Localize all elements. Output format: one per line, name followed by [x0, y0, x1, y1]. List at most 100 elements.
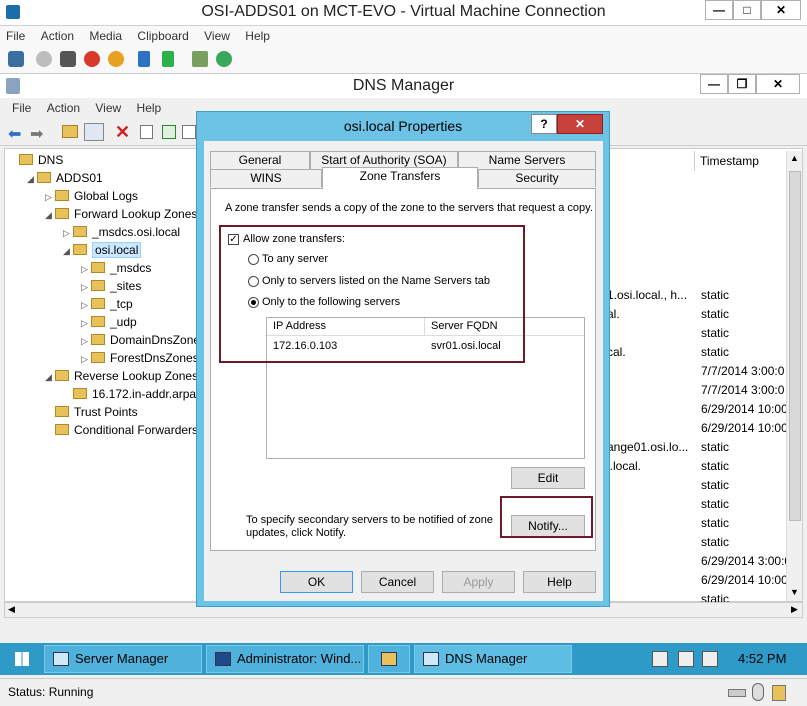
tree-expander-icon[interactable]: ▷: [81, 260, 91, 278]
tree-expander-icon[interactable]: ▷: [45, 188, 55, 206]
dns-menu-help[interactable]: Help: [131, 98, 168, 115]
tree-item-label: _msdcs.osi.local: [92, 225, 181, 239]
dns-menu-action[interactable]: Action: [41, 98, 86, 115]
tree-item[interactable]: ▷ _msdcs.osi.local: [63, 223, 180, 241]
vm-menu-view[interactable]: View: [198, 26, 236, 43]
tree-item-label: 16.172.in-addr.arpa: [92, 387, 197, 401]
record-timestamp-cell: static: [701, 307, 730, 321]
scroll-thumb[interactable]: [789, 171, 801, 521]
show-hide-tree-icon[interactable]: [84, 123, 104, 141]
properties-icon[interactable]: [140, 125, 153, 139]
tree-item[interactable]: ▷ ForestDnsZones: [81, 349, 199, 367]
tree-item[interactable]: DNS: [9, 151, 63, 169]
tree-item[interactable]: ◢ osi.local: [63, 241, 142, 260]
tree-expander-icon[interactable]: ◢: [45, 206, 55, 224]
tree-item[interactable]: 16.172.in-addr.arpa: [63, 385, 196, 403]
tree-expander-icon[interactable]: ▷: [81, 314, 91, 332]
flag-icon[interactable]: [652, 651, 668, 667]
apply-button-label: Apply: [463, 575, 494, 589]
pause-icon[interactable]: [138, 51, 150, 67]
scroll-left-arrow[interactable]: ◀: [8, 604, 15, 615]
tree-item-label: ForestDnsZones: [110, 351, 199, 365]
tree-item[interactable]: Trust Points: [45, 403, 138, 421]
dns-minimize-button[interactable]: —: [700, 74, 728, 94]
revert-icon[interactable]: [216, 51, 232, 67]
taskbar-server-manager[interactable]: Server Manager: [44, 645, 202, 673]
shutdown-icon[interactable]: [84, 51, 100, 67]
tree-item[interactable]: ▷ _sites: [81, 277, 141, 295]
cancel-button-label: Cancel: [378, 575, 417, 589]
tree-expander-icon[interactable]: ▷: [63, 224, 73, 242]
delete-icon[interactable]: ✕: [115, 122, 130, 143]
snapshot-icon[interactable]: [192, 51, 208, 67]
tree-item[interactable]: ▷ DomainDnsZones: [81, 331, 206, 349]
resume-icon[interactable]: [162, 51, 174, 67]
dns-close-button[interactable]: ✕: [756, 74, 800, 94]
vm-maximize-button[interactable]: □: [733, 0, 761, 20]
scroll-right-arrow[interactable]: ▶: [791, 604, 798, 615]
vm-menu-file[interactable]: File: [0, 26, 31, 43]
taskbar-dns-manager-label: DNS Manager: [445, 651, 528, 666]
scroll-down-arrow[interactable]: ▼: [790, 587, 799, 597]
tree-expander-icon[interactable]: ◢: [63, 242, 73, 260]
tree-expander-icon[interactable]: ◢: [45, 368, 55, 386]
ctrl-alt-del-icon[interactable]: [8, 51, 24, 67]
taskbar-powershell[interactable]: Administrator: Wind...: [206, 645, 364, 673]
taskbar-explorer[interactable]: [368, 645, 410, 673]
tree-expander-icon[interactable]: ▷: [81, 296, 91, 314]
mouse-icon: [752, 683, 764, 701]
taskbar-powershell-label: Administrator: Wind...: [237, 651, 362, 666]
back-arrow-icon[interactable]: ⬅: [8, 124, 21, 144]
edit-button[interactable]: Edit: [511, 467, 585, 489]
tree-item[interactable]: ▷ _tcp: [81, 295, 133, 313]
vm-menu-clipboard[interactable]: Clipboard: [131, 26, 194, 43]
cancel-button[interactable]: Cancel: [361, 571, 434, 593]
vm-menu-help[interactable]: Help: [239, 26, 276, 43]
tree-item[interactable]: ◢ Reverse Lookup Zones: [45, 367, 198, 385]
tab-name-servers[interactable]: Name Servers: [458, 151, 596, 169]
tree-item[interactable]: ◢ Forward Lookup Zones: [45, 205, 197, 223]
tree-item[interactable]: ▷ _msdcs: [81, 259, 151, 277]
records-vertical-scrollbar[interactable]: ▲ ▼: [786, 151, 802, 601]
refresh-icon[interactable]: [162, 125, 176, 139]
volume-muted-icon[interactable]: [678, 651, 694, 667]
taskbar-dns-manager[interactable]: DNS Manager: [414, 645, 572, 673]
save-state-icon[interactable]: [108, 51, 124, 67]
scroll-up-arrow[interactable]: ▲: [790, 153, 799, 163]
vm-menu-media[interactable]: Media: [83, 26, 128, 43]
up-folder-icon[interactable]: [62, 125, 78, 138]
apply-button[interactable]: Apply: [442, 571, 515, 593]
ok-button[interactable]: OK: [280, 571, 353, 593]
tree-item[interactable]: ◢ ADDS01: [27, 169, 103, 187]
record-timestamp-cell: 6/29/2014 10:00:: [701, 421, 792, 435]
tree-expander-icon[interactable]: ▷: [81, 332, 91, 350]
tree-expander-icon[interactable]: ◢: [27, 170, 37, 188]
tree-expander-icon[interactable]: ▷: [81, 278, 91, 296]
vm-menu-action[interactable]: Action: [35, 26, 80, 43]
dialog-close-button[interactable]: ✕: [557, 114, 603, 134]
turn-off-icon[interactable]: [60, 51, 76, 67]
folder-icon: [91, 280, 105, 291]
tree-item[interactable]: ▷ Global Logs: [45, 187, 138, 205]
start-icon[interactable]: [36, 51, 52, 67]
tab-security[interactable]: Security: [478, 169, 596, 187]
column-header-timestamp[interactable]: Timestamp: [694, 151, 786, 171]
tab-wins[interactable]: WINS: [210, 169, 322, 187]
start-button[interactable]: [2, 645, 42, 673]
vm-close-button[interactable]: ✕: [761, 0, 801, 20]
tab-general[interactable]: General: [210, 151, 310, 169]
forward-arrow-icon[interactable]: ➡: [30, 124, 43, 144]
tree-item[interactable]: ▷ _udp: [81, 313, 137, 331]
clock[interactable]: 4:52 PM: [738, 651, 786, 666]
help-button[interactable]: Help: [523, 571, 596, 593]
tab-zone-transfers[interactable]: Zone Transfers: [322, 167, 478, 189]
dialog-help-button[interactable]: ?: [531, 114, 557, 134]
tree-item[interactable]: Conditional Forwarders: [45, 421, 198, 439]
network-icon[interactable]: [702, 651, 718, 667]
dns-menu-view[interactable]: View: [89, 98, 127, 115]
dns-restore-button[interactable]: ❐: [728, 74, 756, 94]
vm-minimize-button[interactable]: —: [705, 0, 733, 20]
dns-menu-file[interactable]: File: [0, 98, 37, 115]
tree-expander-icon[interactable]: ▷: [81, 350, 91, 368]
export-icon[interactable]: [182, 125, 196, 139]
